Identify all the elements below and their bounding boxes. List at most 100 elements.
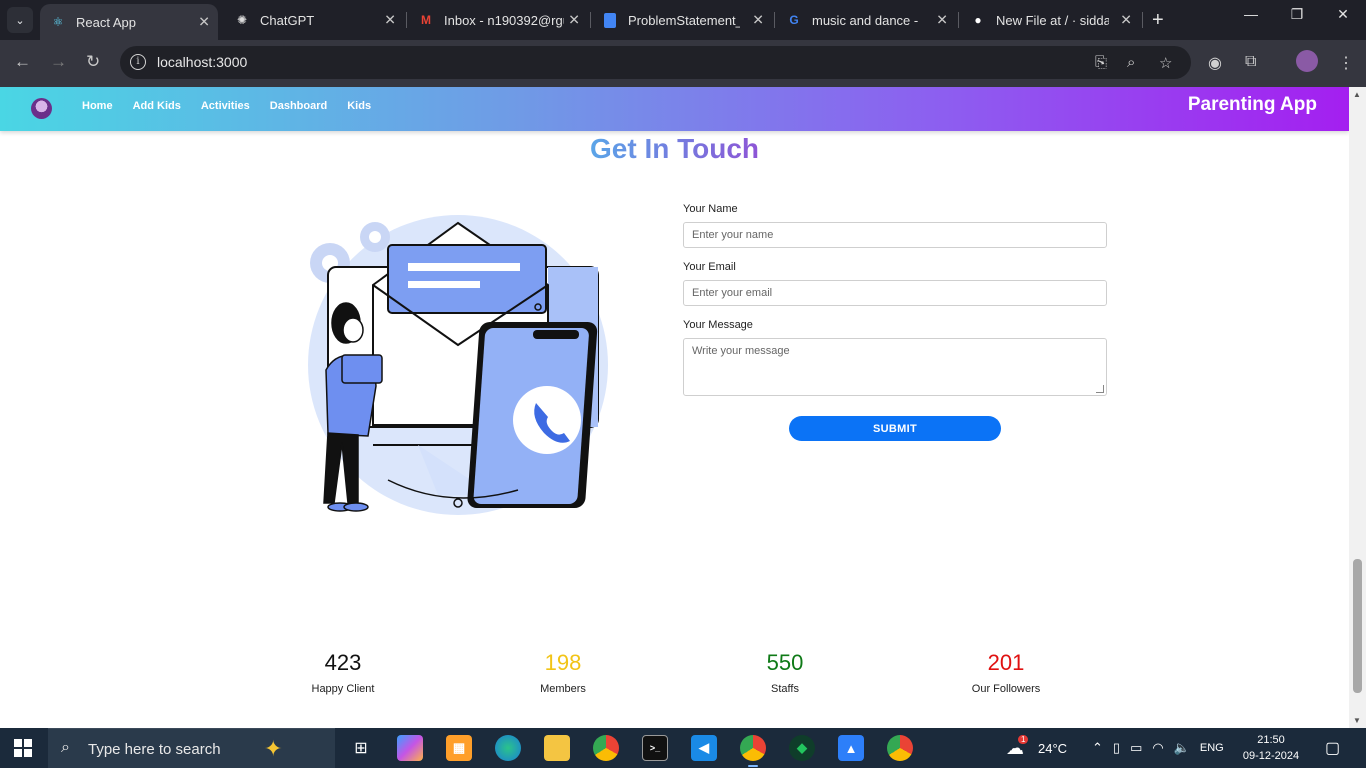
photos-icon[interactable]: ▲ <box>838 735 864 761</box>
chrome-profile-icon[interactable] <box>740 735 766 767</box>
mongodb-icon[interactable]: ◆ <box>789 735 815 761</box>
chevron-up-icon[interactable]: ⌃ <box>1092 740 1103 756</box>
name-input[interactable]: Enter your name <box>683 222 1107 248</box>
stat-members: 198 Members <box>483 650 643 695</box>
stat-happy-client: 423 Happy Client <box>263 650 423 695</box>
tab-title: React App <box>76 14 136 30</box>
profile-avatar[interactable] <box>1296 50 1318 72</box>
close-icon[interactable]: ✕ <box>752 12 764 29</box>
install-app-icon[interactable]: ⎘ <box>1095 54 1107 71</box>
email-input[interactable]: Enter your email <box>683 280 1107 306</box>
battery-icon[interactable]: ▭ <box>1130 740 1142 756</box>
new-tab-icon[interactable]: + <box>1152 9 1164 32</box>
page-scrollbar[interactable]: ▲ ▼ <box>1349 87 1366 728</box>
nav-link-add-kids[interactable]: Add Kids <box>133 100 181 112</box>
system-clock[interactable]: 21:50 09-12-2024 <box>1240 732 1302 764</box>
wifi-icon[interactable]: ◠ <box>1152 740 1163 756</box>
close-icon[interactable]: ✕ <box>384 12 396 29</box>
profile-extension-icon[interactable]: ◉ <box>1208 53 1222 73</box>
stat-value: 550 <box>766 650 804 675</box>
contact-form: Your Name Enter your name Your Email Ent… <box>683 203 1107 441</box>
tab-divider <box>958 12 959 28</box>
tab-title: Inbox - n190392@rgu <box>444 12 564 28</box>
menu-kebab-icon[interactable]: ⋮ <box>1338 53 1354 73</box>
clock-time: 21:50 <box>1257 734 1285 746</box>
file-explorer-icon[interactable] <box>544 735 570 761</box>
heading-text: Get In Touch <box>589 133 760 164</box>
volume-icon[interactable]: 🔈 <box>1174 740 1190 756</box>
chrome-alt-icon[interactable] <box>887 735 913 761</box>
tab-search-button[interactable]: ⌄ <box>7 7 33 33</box>
name-label: Your Name <box>683 203 738 215</box>
nav-links: Home Add Kids Activities Dashboard Kids <box>82 100 371 112</box>
windows-taskbar: ⌕ Type here to search ✦ ⊞ ▦ >_ ◀ ◆ ▲ ☁ 1… <box>0 728 1366 768</box>
language-indicator[interactable]: ENG <box>1200 742 1224 754</box>
nav-link-home[interactable]: Home <box>82 100 113 112</box>
zoom-icon[interactable]: ⌕ <box>1127 54 1135 71</box>
restore-icon[interactable]: ❐ <box>1274 6 1320 23</box>
address-bar[interactable]: i localhost:3000 ⎘ ⌕ ☆ <box>120 46 1191 79</box>
taskbar-search-box[interactable]: ⌕ Type here to search ✦ <box>48 728 335 768</box>
windows-start-icon[interactable] <box>14 739 32 757</box>
address-bar-row: ← → ↻ i localhost:3000 ⎘ ⌕ ☆ ◉ ⧉ ⋮ <box>0 40 1366 87</box>
docs-icon <box>602 12 618 28</box>
tab-react-app[interactable]: ⚛ React App ✕ <box>40 4 218 40</box>
scrollbar-thumb[interactable] <box>1353 559 1362 693</box>
sparkle-icon: ✦ <box>264 736 283 761</box>
react-icon: ⚛ <box>52 15 64 29</box>
close-window-icon[interactable]: ✕ <box>1320 6 1366 23</box>
tab-gmail[interactable]: M Inbox - n190392@rgu ✕ <box>408 0 588 40</box>
tab-docs[interactable]: ProblemStatement_III ✕ <box>592 0 772 40</box>
scroll-up-icon[interactable]: ▲ <box>1353 90 1361 99</box>
stat-staffs: 550 Staffs <box>705 650 865 695</box>
app-logo[interactable] <box>31 98 52 119</box>
page-viewport: Home Add Kids Activities Dashboard Kids … <box>0 87 1349 728</box>
close-icon[interactable]: ✕ <box>198 14 210 31</box>
app-navbar: Home Add Kids Activities Dashboard Kids … <box>0 87 1349 131</box>
tab-google[interactable]: G music and dance - Go ✕ <box>776 0 956 40</box>
forward-icon[interactable]: → <box>50 52 67 72</box>
notification-icon[interactable]: ▢ <box>1325 728 1340 768</box>
bookmark-star-icon[interactable]: ☆ <box>1159 54 1172 72</box>
chrome-icon[interactable] <box>593 735 619 761</box>
close-icon[interactable]: ✕ <box>936 12 948 29</box>
nav-link-dashboard[interactable]: Dashboard <box>270 100 327 112</box>
stat-label: Staffs <box>771 683 799 695</box>
nav-link-activities[interactable]: Activities <box>201 100 250 112</box>
weather-widget[interactable]: ☁ 1 24°C <box>1006 728 1067 768</box>
close-icon[interactable]: ✕ <box>1120 12 1132 29</box>
letter-line-1 <box>408 263 520 271</box>
reload-icon[interactable]: ↻ <box>86 52 100 72</box>
stat-label: Members <box>540 683 586 695</box>
store-icon[interactable]: ▦ <box>446 735 472 761</box>
url-text[interactable]: localhost:3000 <box>157 54 247 70</box>
tab-divider <box>1142 12 1143 28</box>
google-icon: G <box>789 13 799 27</box>
tab-divider <box>406 12 407 28</box>
copilot-icon[interactable] <box>397 735 423 761</box>
gmail-icon: M <box>421 13 431 27</box>
edge-icon[interactable] <box>495 735 521 761</box>
nav-link-kids[interactable]: Kids <box>347 100 371 112</box>
message-textarea[interactable]: Write your message <box>683 338 1107 396</box>
search-placeholder: Type here to search <box>88 741 221 758</box>
phone-icon <box>467 322 598 508</box>
extensions-icon[interactable]: ⧉ <box>1245 53 1256 71</box>
stat-value: 201 <box>987 650 1025 675</box>
task-view-icon[interactable]: ⊞ <box>348 735 374 761</box>
brand-title[interactable]: Parenting App <box>1188 94 1317 116</box>
device-icon[interactable]: ▯ <box>1113 740 1120 756</box>
system-tray: ⌃ ▯ ▭ ◠ 🔈 ENG <box>1092 728 1224 768</box>
terminal-icon[interactable]: >_ <box>642 735 668 761</box>
tab-github[interactable]: ● New File at / · siddarc ✕ <box>960 0 1140 40</box>
section-heading: Get In Touch <box>0 133 1349 165</box>
tab-chatgpt[interactable]: ✺ ChatGPT ✕ <box>224 0 404 40</box>
scroll-down-icon[interactable]: ▼ <box>1353 716 1361 725</box>
close-icon[interactable]: ✕ <box>568 12 580 29</box>
minimize-icon[interactable]: — <box>1228 6 1274 22</box>
site-info-icon[interactable]: i <box>130 54 146 70</box>
vscode-icon[interactable]: ◀ <box>691 735 717 761</box>
submit-button[interactable]: SUBMIT <box>789 416 1001 441</box>
weather-temp: 24°C <box>1038 740 1068 756</box>
back-icon[interactable]: ← <box>14 52 31 72</box>
